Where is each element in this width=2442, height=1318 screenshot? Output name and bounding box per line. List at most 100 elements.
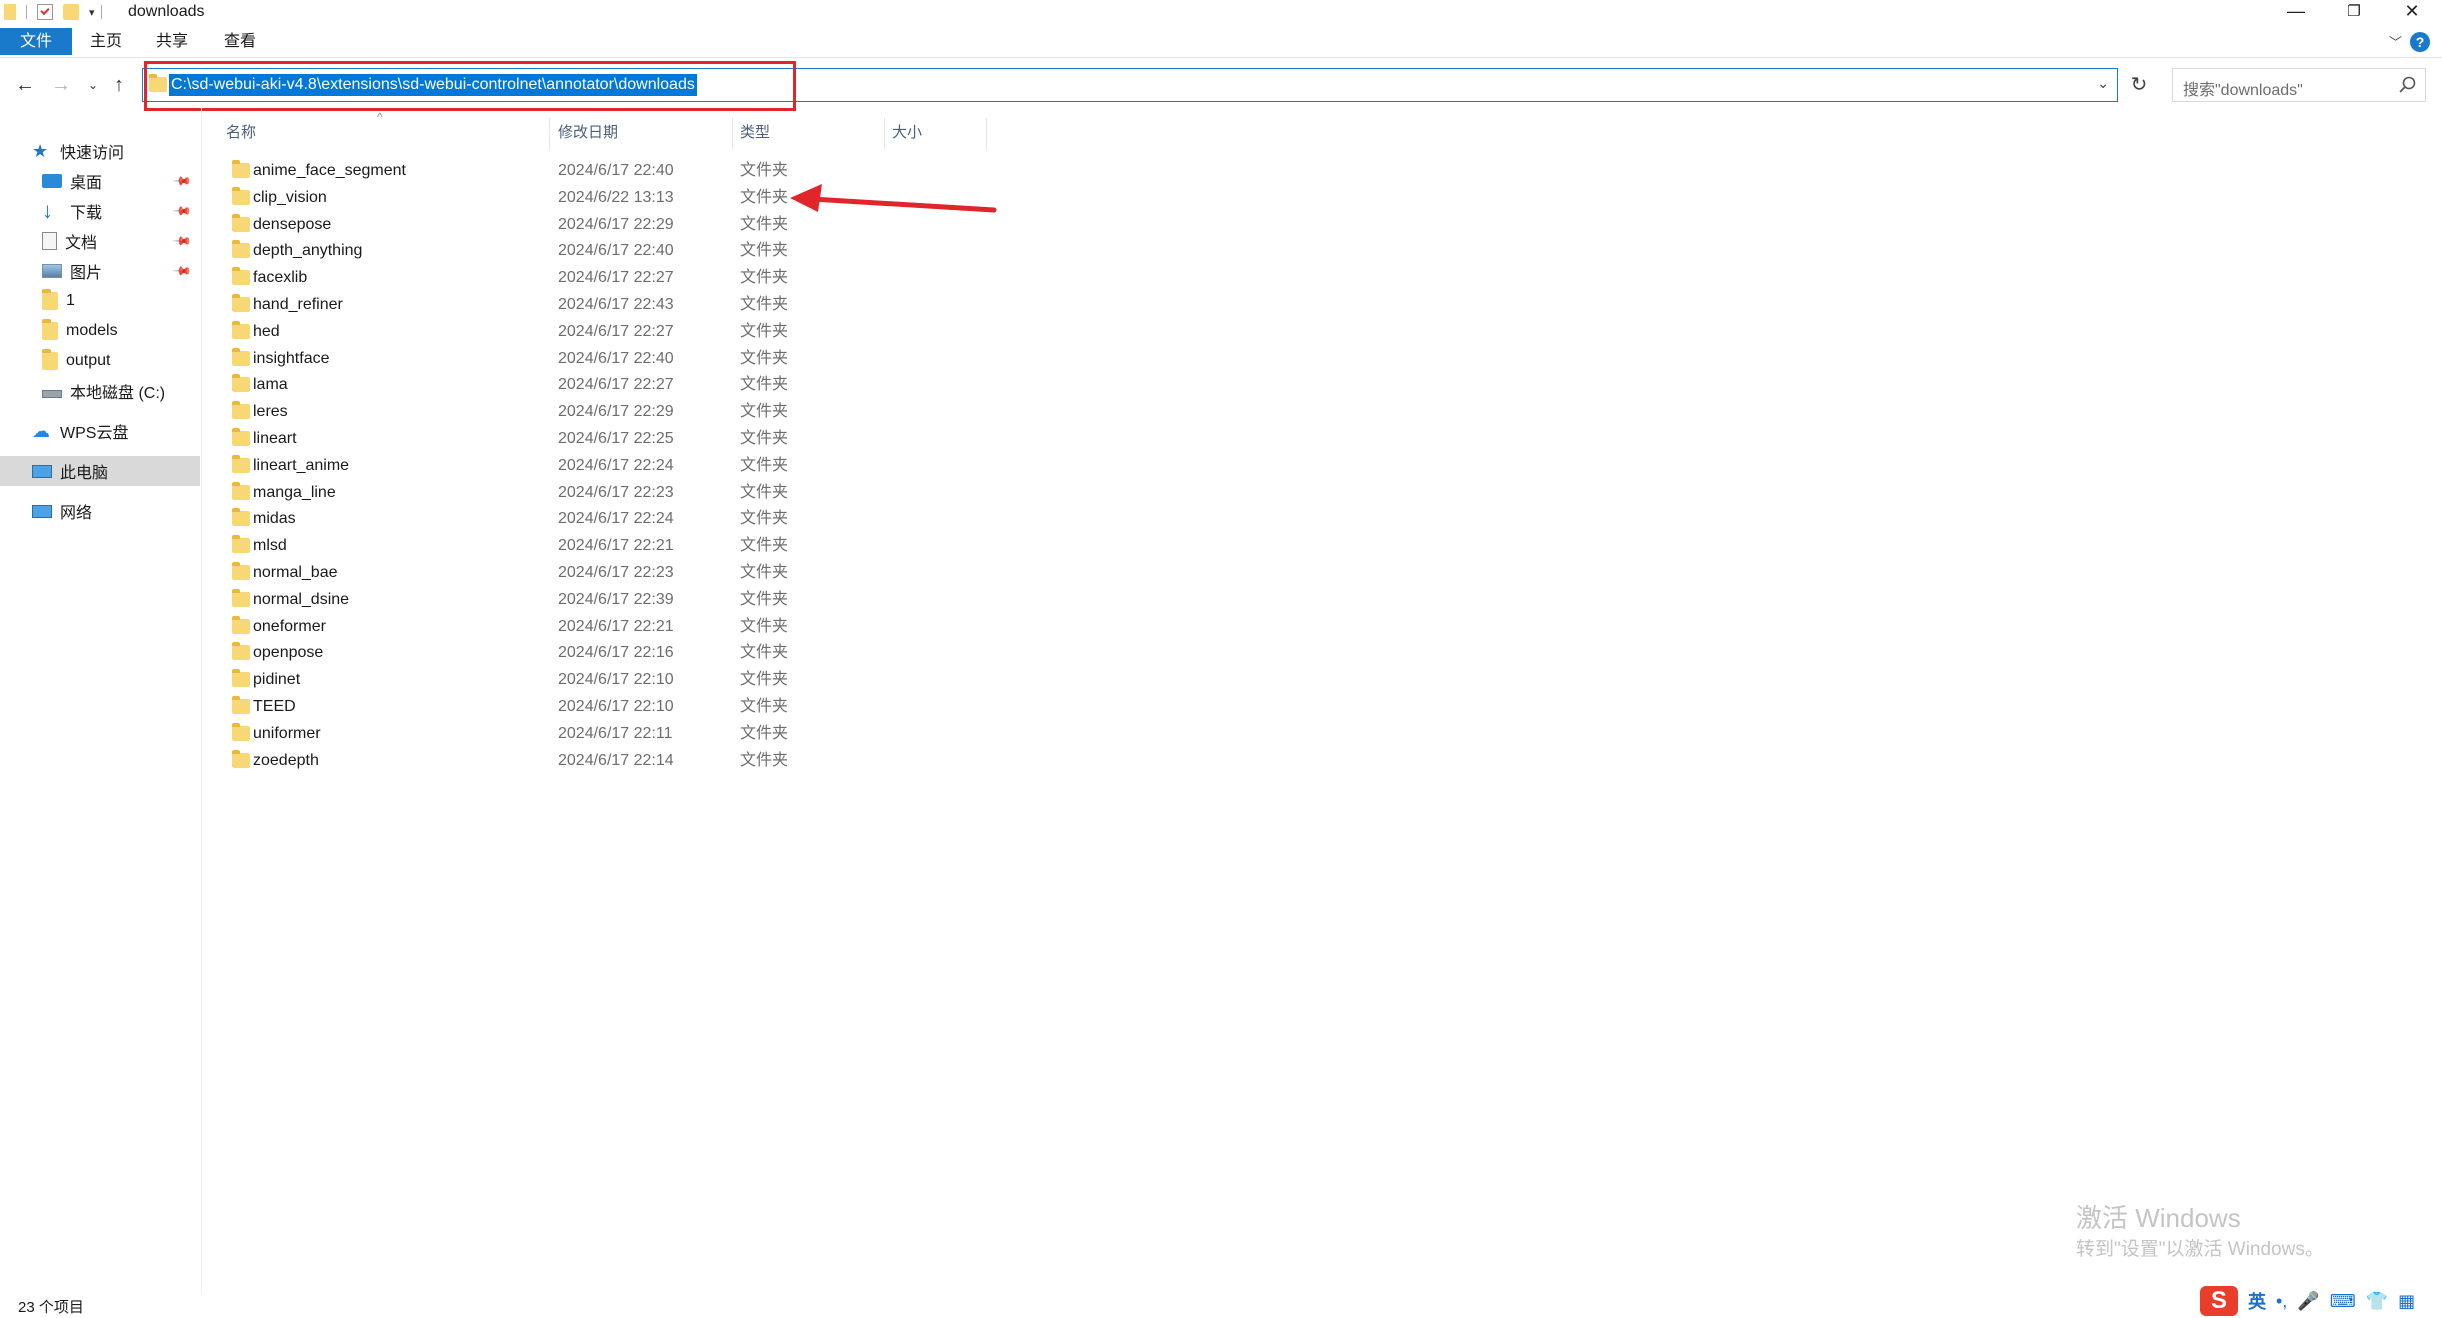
forward-button[interactable]: → <box>48 72 74 98</box>
nav-item-downloads[interactable]: ↓ 下载 📌 <box>0 196 200 226</box>
file-name[interactable]: lineart_anime <box>253 453 349 479</box>
file-name[interactable]: anime_face_segment <box>253 158 406 184</box>
file-row[interactable]: normal_dsine 2024/6/17 22:39 文件夹 <box>220 587 800 613</box>
nav-this-pc[interactable]: 此电脑 <box>0 456 200 486</box>
file-row[interactable]: hed 2024/6/17 22:27 文件夹 <box>220 319 800 345</box>
file-row[interactable]: densepose 2024/6/17 22:29 文件夹 <box>220 212 800 238</box>
sogou-ime-icon[interactable]: S <box>2200 1286 2238 1316</box>
file-row[interactable]: depth_anything 2024/6/17 22:40 文件夹 <box>220 238 800 264</box>
chevron-down-icon[interactable]: ▾ <box>89 6 95 19</box>
new-folder-icon[interactable] <box>63 4 79 20</box>
file-row[interactable]: lama 2024/6/17 22:27 文件夹 <box>220 372 800 398</box>
file-row[interactable]: leres 2024/6/17 22:29 文件夹 <box>220 399 800 425</box>
nav-item-models[interactable]: models <box>0 316 200 346</box>
tab-view[interactable]: 查看 <box>220 28 260 55</box>
recent-locations-button[interactable]: ⌄ <box>80 72 106 98</box>
file-name[interactable]: TEED <box>253 694 296 720</box>
tab-home[interactable]: 主页 <box>86 28 126 55</box>
file-row[interactable]: oneformer 2024/6/17 22:21 文件夹 <box>220 614 800 640</box>
file-name[interactable]: clip_vision <box>253 185 327 211</box>
file-row[interactable]: TEED 2024/6/17 22:10 文件夹 <box>220 694 800 720</box>
file-name[interactable]: zoedepth <box>253 748 319 774</box>
nav-item-pictures[interactable]: 图片 📌 <box>0 256 200 286</box>
sort-ascending-icon: ^ <box>377 110 383 124</box>
address-path[interactable]: C:\sd-webui-aki-v4.8\extensions\sd-webui… <box>169 74 697 96</box>
file-row[interactable]: openpose 2024/6/17 22:16 文件夹 <box>220 640 800 666</box>
desktop-icon <box>42 174 62 188</box>
address-bar[interactable]: C:\sd-webui-aki-v4.8\extensions\sd-webui… <box>142 68 2118 102</box>
file-name[interactable]: oneformer <box>253 614 326 640</box>
file-name[interactable]: openpose <box>253 640 323 666</box>
file-row[interactable]: clip_vision 2024/6/22 13:13 文件夹 <box>220 185 800 211</box>
file-name[interactable]: midas <box>253 506 296 532</box>
nav-item-desktop[interactable]: 桌面 📌 <box>0 166 200 196</box>
nav-network[interactable]: 网络 <box>0 496 200 526</box>
nav-wps-cloud[interactable]: ☁ WPS云盘 <box>0 416 200 446</box>
file-name[interactable]: normal_bae <box>253 560 338 586</box>
column-header-name[interactable]: 名称 <box>226 118 256 148</box>
file-row[interactable]: mlsd 2024/6/17 22:21 文件夹 <box>220 533 800 559</box>
search-input[interactable]: 搜索"downloads" <box>2172 68 2426 102</box>
restore-button[interactable]: ❐ <box>2326 0 2382 22</box>
help-icon[interactable]: ? <box>2410 32 2430 52</box>
file-row[interactable]: normal_bae 2024/6/17 22:23 文件夹 <box>220 560 800 586</box>
file-name[interactable]: hed <box>253 319 280 345</box>
nav-item-documents[interactable]: 文档 📌 <box>0 226 200 256</box>
file-name[interactable]: pidinet <box>253 667 300 693</box>
nav-item-output[interactable]: output <box>0 346 200 376</box>
keyboard-icon[interactable]: ⌨ <box>2330 1291 2356 1312</box>
file-name[interactable]: lineart <box>253 426 297 452</box>
file-name[interactable]: densepose <box>253 212 331 238</box>
chevron-down-icon[interactable]: ﹀ <box>2389 32 2402 51</box>
search-icon[interactable] <box>2397 75 2417 95</box>
up-button[interactable]: ↑ <box>106 72 132 98</box>
punctuation-icon[interactable]: •, <box>2276 1291 2287 1312</box>
file-name[interactable]: depth_anything <box>253 238 362 264</box>
minimize-button[interactable]: — <box>2268 0 2324 22</box>
file-date: 2024/6/17 22:40 <box>558 162 674 179</box>
column-header-date[interactable]: 修改日期 <box>558 118 618 148</box>
file-name[interactable]: leres <box>253 399 288 425</box>
file-row[interactable]: lineart_anime 2024/6/17 22:24 文件夹 <box>220 453 800 479</box>
file-type: 文件夹 <box>740 537 789 555</box>
chevron-down-icon[interactable]: ⌄ <box>2097 75 2109 92</box>
cloud-icon: ☁ <box>32 421 50 441</box>
tab-file[interactable]: 文件 <box>0 28 72 55</box>
file-row[interactable]: anime_face_segment 2024/6/17 22:40 文件夹 <box>220 158 800 184</box>
column-divider[interactable] <box>549 118 550 150</box>
microphone-icon[interactable]: 🎤 <box>2297 1291 2319 1312</box>
file-name[interactable]: lama <box>253 372 288 398</box>
file-name[interactable]: mlsd <box>253 533 287 559</box>
file-row[interactable]: insightface 2024/6/17 22:40 文件夹 <box>220 346 800 372</box>
file-row[interactable]: manga_line 2024/6/17 22:23 文件夹 <box>220 480 800 506</box>
file-row[interactable]: facexlib 2024/6/17 22:27 文件夹 <box>220 265 800 291</box>
file-row[interactable]: hand_refiner 2024/6/17 22:43 文件夹 <box>220 292 800 318</box>
file-name[interactable]: hand_refiner <box>253 292 343 318</box>
file-row[interactable]: uniformer 2024/6/17 22:11 文件夹 <box>220 721 800 747</box>
file-name[interactable]: insightface <box>253 346 330 372</box>
properties-icon[interactable] <box>37 4 53 20</box>
skin-icon[interactable]: 👕 <box>2366 1291 2388 1312</box>
file-name[interactable]: uniformer <box>253 721 321 747</box>
toolbox-icon[interactable]: ▦ <box>2398 1291 2415 1312</box>
tab-share[interactable]: 共享 <box>152 28 192 55</box>
close-button[interactable]: ✕ <box>2384 0 2440 22</box>
refresh-button[interactable]: ↻ <box>2122 68 2156 102</box>
file-name[interactable]: manga_line <box>253 480 336 506</box>
column-header-type[interactable]: 类型 <box>740 118 770 148</box>
nav-item-local-disk[interactable]: 本地磁盘 (C:) <box>0 376 200 406</box>
file-name[interactable]: normal_dsine <box>253 587 349 613</box>
nav-quick-access[interactable]: ★ 快速访问 <box>0 136 200 166</box>
file-row[interactable]: midas 2024/6/17 22:24 文件夹 <box>220 506 800 532</box>
column-divider[interactable] <box>884 118 885 150</box>
back-button[interactable]: ← <box>12 72 38 98</box>
file-row[interactable]: pidinet 2024/6/17 22:10 文件夹 <box>220 667 800 693</box>
file-row[interactable]: zoedepth 2024/6/17 22:14 文件夹 <box>220 748 800 774</box>
ime-language-indicator[interactable]: 英 <box>2248 1288 2266 1314</box>
nav-item-folder-1[interactable]: 1 <box>0 286 200 316</box>
file-row[interactable]: lineart 2024/6/17 22:25 文件夹 <box>220 426 800 452</box>
column-divider[interactable] <box>732 118 733 150</box>
file-name[interactable]: facexlib <box>253 265 307 291</box>
column-divider[interactable] <box>986 118 987 150</box>
column-header-size[interactable]: 大小 <box>892 118 922 148</box>
